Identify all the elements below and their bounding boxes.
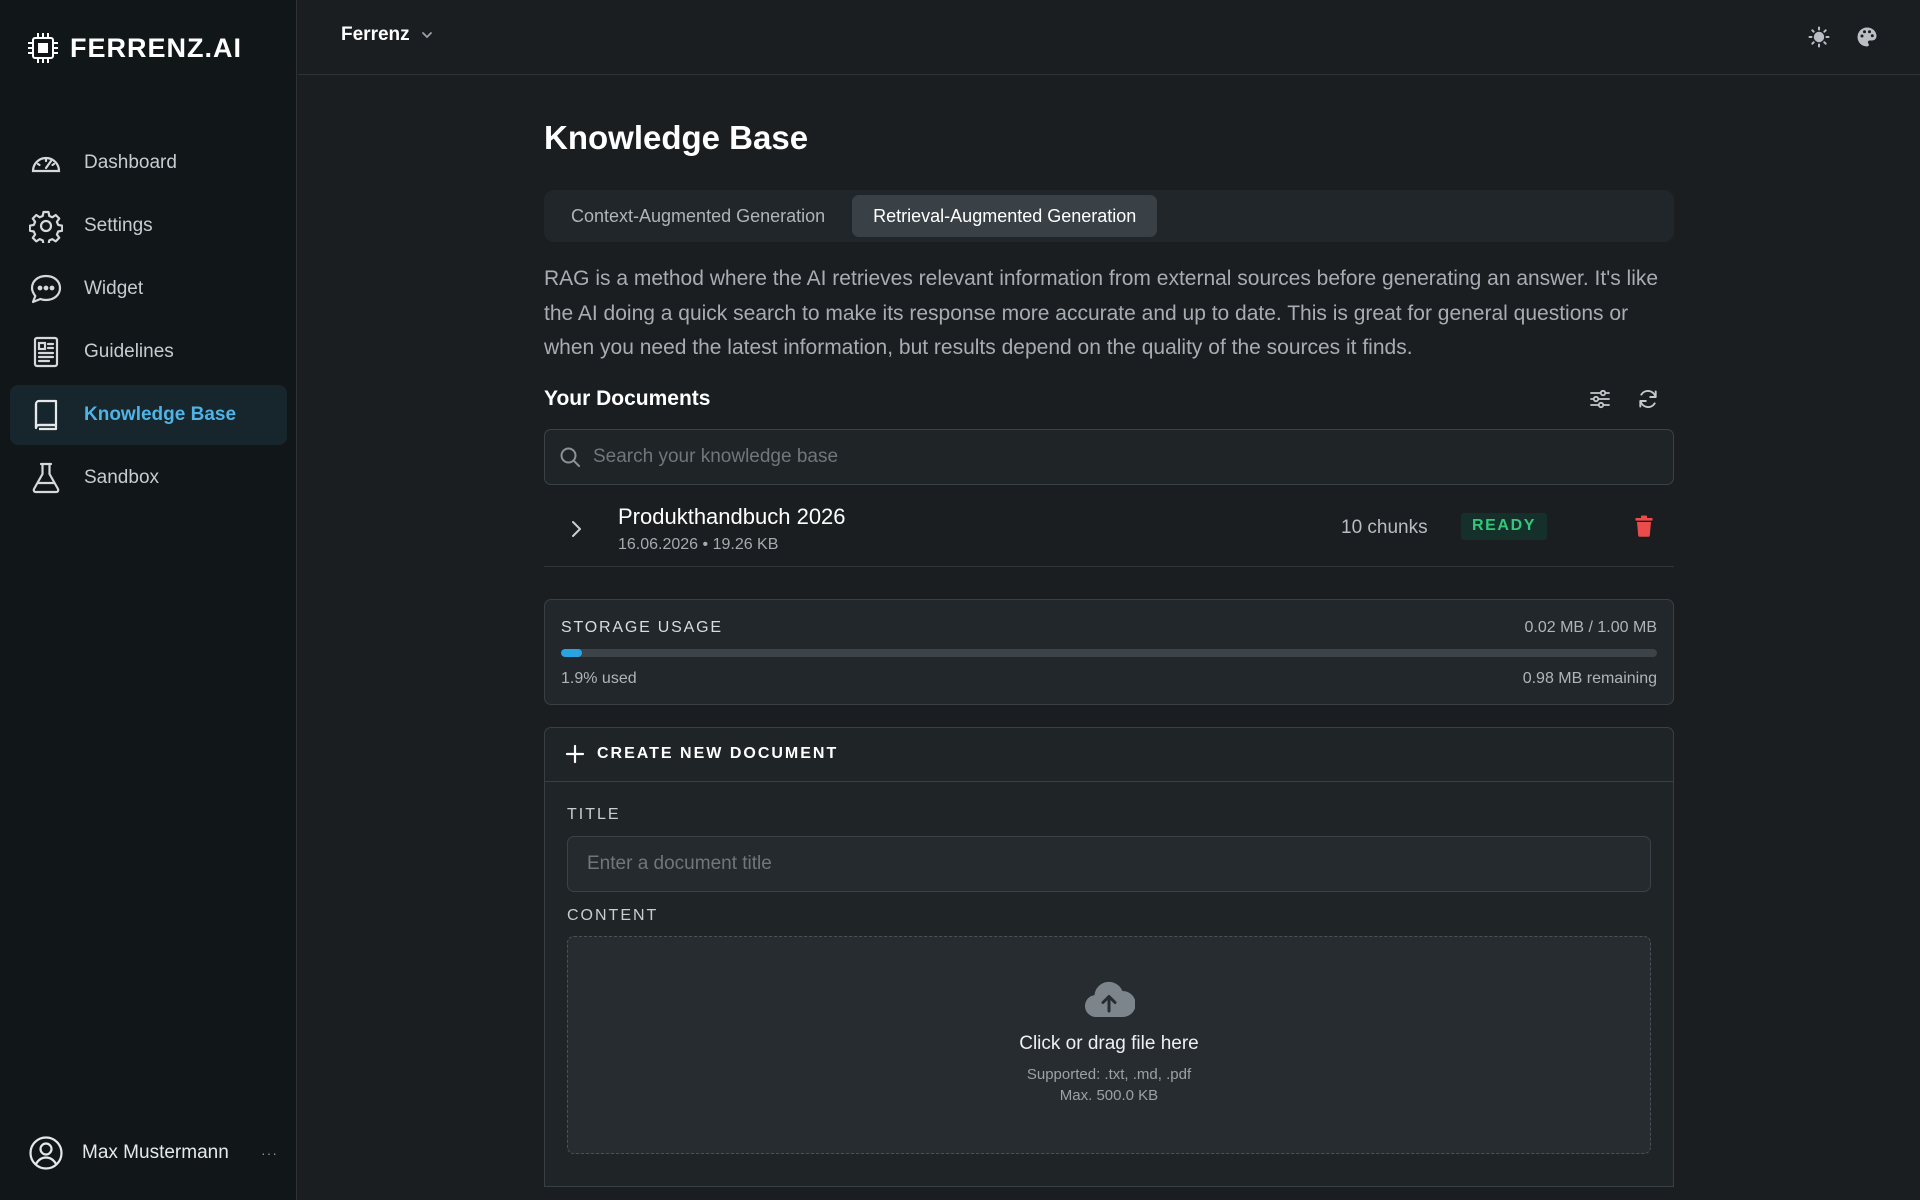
- documents-title: Your Documents: [544, 386, 711, 410]
- documents-header: Your Documents: [544, 379, 1674, 419]
- filter-sliders-icon[interactable]: [1586, 385, 1614, 413]
- sidebar-item-guidelines[interactable]: Guidelines: [10, 322, 287, 382]
- brand-name: FERRENZ.AI: [70, 32, 242, 63]
- plus-icon: [565, 744, 585, 764]
- search-box: [544, 428, 1674, 485]
- storage-usage-card: STORAGE USAGE 0.02 MB / 1.00 MB 1.9% use…: [544, 598, 1674, 705]
- documents-actions: [1586, 385, 1674, 413]
- file-dropzone[interactable]: Click or drag file here Supported: .txt,…: [567, 935, 1651, 1154]
- sidebar-item-label: Widget: [84, 278, 144, 299]
- book-icon: [28, 397, 64, 433]
- create-document-panel: CREATE NEW DOCUMENT TITLE CONTENT Click …: [544, 726, 1674, 1187]
- more-options-icon[interactable]: ···: [261, 1145, 278, 1161]
- sun-icon[interactable]: [1806, 24, 1832, 50]
- sidebar-item-knowledge-base[interactable]: Knowledge Base: [10, 385, 287, 445]
- flask-icon: [28, 460, 64, 496]
- search-input[interactable]: [593, 429, 1673, 484]
- create-document-title: CREATE NEW DOCUMENT: [597, 745, 839, 762]
- user-menu[interactable]: Max Mustermann ···: [28, 1133, 278, 1173]
- trash-icon[interactable]: [1632, 513, 1656, 539]
- sidebar-item-settings[interactable]: Settings: [10, 196, 287, 256]
- user-avatar-icon: [28, 1135, 64, 1171]
- chat-bubble-icon: [28, 271, 64, 307]
- storage-value: 0.02 MB / 1.00 MB: [1524, 618, 1657, 636]
- document-info: Produkthandbuch 2026 16.06.2026 • 19.26 …: [618, 504, 846, 554]
- dropzone-max-size: Max. 500.0 KB: [1059, 1086, 1159, 1104]
- generation-mode-tabs: Context-Augmented Generation Retrieval-A…: [544, 190, 1674, 242]
- document-name: Produkthandbuch 2026: [618, 504, 846, 529]
- chevron-right-icon[interactable]: [561, 519, 591, 539]
- document-meta: 16.06.2026 • 19.26 KB: [618, 536, 779, 553]
- chip-icon: [26, 31, 60, 65]
- sidebar: FERRENZ.AI Dashboard Settings Widget Gui…: [0, 0, 297, 1200]
- sidebar-item-label: Guidelines: [84, 341, 174, 362]
- storage-label: STORAGE USAGE: [561, 618, 723, 636]
- rag-description: RAG is a method where the AI retrieves r…: [544, 267, 1659, 359]
- title-label: TITLE: [567, 805, 621, 823]
- sidebar-nav: Dashboard Settings Widget Guidelines Kno…: [10, 133, 287, 511]
- document-icon: [28, 334, 64, 370]
- document-row[interactable]: Produkthandbuch 2026 16.06.2026 • 19.26 …: [544, 493, 1674, 567]
- tab-retrieval-augmented[interactable]: Retrieval-Augmented Generation: [852, 195, 1158, 237]
- sidebar-item-label: Knowledge Base: [84, 404, 237, 425]
- gauge-icon: [28, 145, 64, 181]
- tab-context-augmented[interactable]: Context-Augmented Generation: [550, 195, 846, 237]
- sidebar-item-label: Dashboard: [84, 152, 177, 173]
- palette-icon[interactable]: [1854, 24, 1880, 50]
- brand-logo[interactable]: FERRENZ.AI: [26, 29, 242, 67]
- org-name: Ferrenz: [341, 24, 410, 45]
- main-content: Knowledge Base Context-Augmented Generat…: [544, 75, 1674, 1187]
- top-actions: [1806, 24, 1880, 50]
- chevron-down-icon: [420, 28, 434, 42]
- create-document-toggle[interactable]: CREATE NEW DOCUMENT: [545, 728, 1673, 782]
- sidebar-item-widget[interactable]: Widget: [10, 259, 287, 319]
- gear-icon: [28, 208, 64, 244]
- document-chunks: 10 chunks: [1341, 516, 1428, 538]
- sidebar-item-dashboard[interactable]: Dashboard: [10, 133, 287, 193]
- user-name: Max Mustermann: [82, 1142, 229, 1163]
- storage-remaining: 0.98 MB remaining: [1522, 669, 1657, 687]
- status-badge: READY: [1461, 512, 1548, 540]
- dropzone-main-text: Click or drag file here: [1019, 1032, 1199, 1054]
- sidebar-item-sandbox[interactable]: Sandbox: [10, 448, 287, 508]
- search-icon: [559, 446, 581, 468]
- org-switcher[interactable]: Ferrenz: [341, 24, 434, 46]
- dropzone-supported: Supported: .txt, .md, .pdf: [1026, 1065, 1192, 1083]
- storage-used: 1.9% used: [561, 669, 637, 687]
- refresh-icon[interactable]: [1634, 385, 1662, 413]
- document-title-input[interactable]: [567, 835, 1651, 892]
- page-title: Knowledge Base: [544, 119, 809, 156]
- storage-progress-bar: [561, 648, 1657, 657]
- sidebar-item-label: Sandbox: [84, 467, 160, 488]
- sidebar-item-label: Settings: [84, 215, 153, 236]
- content-label: CONTENT: [567, 906, 659, 924]
- cloud-upload-icon: [1083, 979, 1135, 1019]
- dropzone-hint: Supported: .txt, .md, .pdf Max. 500.0 KB: [1027, 1064, 1191, 1106]
- storage-progress-fill: [561, 648, 582, 657]
- topbar: Ferrenz: [298, 0, 1920, 75]
